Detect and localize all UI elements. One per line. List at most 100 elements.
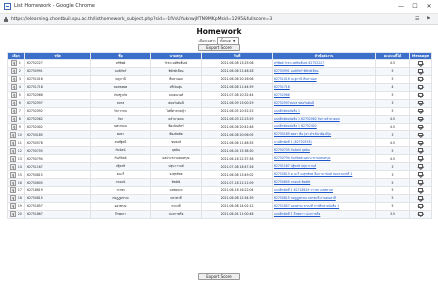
- message-cell: [409, 162, 432, 172]
- message-icon[interactable]: [418, 140, 423, 145]
- maximize-button[interactable]: ☐: [410, 2, 420, 11]
- message-icon[interactable]: [418, 188, 423, 192]
- topic-link[interactable]: 62751718: [274, 85, 290, 89]
- topic-link[interactable]: แบบฝึกหัดหนังสือ 1: [274, 109, 300, 113]
- view-button[interactable]: ดู: [11, 92, 18, 99]
- student-name: ณฐภานี: [90, 74, 151, 84]
- topic-link[interactable]: ทรัพิพย์ วิเชาะยศ์สิทธิ์มณ์ 62752227: [274, 61, 324, 65]
- row-number: 6: [18, 101, 21, 106]
- score-value: 4.5: [375, 122, 410, 132]
- topic-link[interactable]: 62750794 กันกันิชย์ ผลประชารอทมศรุณ: [274, 156, 331, 160]
- row-number: 5: [18, 93, 21, 98]
- topic-cell: 62752597สมรส ฟลอรันติอนี: [272, 98, 376, 108]
- topic-cell: 62751167 ปฐิทรสิ ปสุนาวานส์: [272, 162, 376, 172]
- view-button[interactable]: ดู: [11, 84, 18, 91]
- table-row: ดู 13 62750794 กันกันิชย์ ผลประชารอทมศรุณ 202…: [7, 154, 432, 164]
- topic-link[interactable]: 62751016 ณ.ฐภานี สืบทานผล: [274, 77, 317, 81]
- message-icon[interactable]: [418, 100, 423, 105]
- topic-link[interactable]: แบบฝึกหัดหนังสือ 1 62752402: [274, 124, 317, 128]
- message-icon[interactable]: [418, 69, 423, 73]
- message-icon[interactable]: [418, 84, 423, 89]
- view-button[interactable]: ดู: [10, 147, 17, 154]
- export-score-button-bottom[interactable]: Export Score: [198, 273, 240, 280]
- row-number: 3: [18, 77, 21, 82]
- view-button[interactable]: ดู: [10, 163, 17, 170]
- student-name: ลดลชยพล: [90, 82, 151, 92]
- view-button[interactable]: ดู: [10, 171, 17, 178]
- view-button[interactable]: ดู: [11, 60, 18, 67]
- view-button[interactable]: ดู: [11, 76, 18, 83]
- close-window-button[interactable]: ✕: [424, 2, 434, 11]
- topic-link[interactable]: 62750991 มนสิภัทร์ พิทักษ์เทียน: [274, 69, 319, 73]
- student-surname: ทากงที: [150, 201, 202, 211]
- message-icon[interactable]: [418, 77, 423, 81]
- row-select-cell: ดู 17: [7, 186, 25, 195]
- message-icon[interactable]: [418, 164, 423, 168]
- view-button[interactable]: ดู: [10, 155, 17, 162]
- submit-date: 2021-06-08 11:44:59: [201, 82, 273, 92]
- topic-link[interactable]: บานฝึกหัดที่ 1 (62750578): [274, 140, 312, 144]
- message-icon[interactable]: [418, 132, 423, 137]
- view-button[interactable]: ดู: [11, 116, 18, 123]
- message-icon[interactable]: [418, 180, 423, 184]
- minimize-button[interactable]: —: [396, 2, 406, 11]
- header-score: คะแนนที่ได้: [375, 52, 410, 60]
- row-select-cell: ดู 20: [7, 209, 25, 219]
- view-button[interactable]: ดู: [10, 187, 17, 194]
- topic-link[interactable]: แบบฝึกหัดที่ 1 จีรพตรา ปะลกาพรีฮ: [274, 212, 320, 216]
- row-select-cell: ดู 13: [7, 154, 25, 164]
- message-icon[interactable]: [418, 116, 423, 121]
- menu-icon[interactable]: ☰: [415, 16, 419, 22]
- table-row: ดู 11 62750578 สบตัฐิตนี ขมพงษ์ 2021-06-06 11…: [7, 138, 432, 148]
- topic-link[interactable]: 62750185 พงษา ฟ้อ (ธร ดำเน้นาผ้องมี)ม: [274, 132, 331, 136]
- message-icon[interactable]: [418, 92, 423, 97]
- student-surname: ฟลอรันติอนี: [150, 98, 202, 108]
- row-number: 9: [18, 124, 21, 129]
- score-value: 3: [375, 98, 410, 108]
- url-field[interactable]: https://elearning.chontbuil.spu.ac.th/li…: [11, 17, 272, 22]
- view-button[interactable]: ดู: [10, 131, 17, 138]
- view-button[interactable]: ดู: [11, 108, 18, 115]
- topic-cell: 62751016 ณ.ฐภานี สืบทานผล: [272, 74, 376, 84]
- message-icon[interactable]: [418, 61, 423, 65]
- view-button[interactable]: ดู: [10, 179, 17, 186]
- topic-link[interactable]: แบบฝึกหัดที่ 1 62718619 วราพร แสพทวเท: [274, 188, 333, 192]
- student-surname: พิทักษ์เทียน: [150, 66, 202, 76]
- view-button[interactable]: ดู: [10, 203, 17, 210]
- message-icon[interactable]: [418, 172, 423, 176]
- view-button[interactable]: ดู: [10, 139, 17, 146]
- submit-date: 2021-06-08 12:34:39: [201, 193, 273, 203]
- view-button[interactable]: ดู: [11, 123, 18, 130]
- student-name: ทรัพิพย์: [90, 59, 151, 68]
- row-select-cell: ดู 16: [7, 178, 25, 187]
- table-row: ดู 12 62750705 กันนิสน์ ยุพนิน 2021-06-04 15:…: [7, 146, 432, 156]
- view-button[interactable]: ดู: [10, 195, 17, 202]
- topic-link[interactable]: 62752066: [274, 93, 290, 97]
- message-icon[interactable]: [418, 148, 423, 153]
- topic-cell: 62750605 ภรอนนิ ทิพย์ณิ: [272, 178, 376, 187]
- view-button[interactable]: ดู: [11, 100, 18, 107]
- student-id: 62752597: [24, 98, 91, 108]
- topic-link[interactable]: 62752597สมรส ฟลอรันติอนี: [274, 101, 314, 105]
- message-icon[interactable]: [418, 156, 423, 161]
- topic-link[interactable]: 62751167 ปฐิทรสิ ปสุนาวานส์: [274, 164, 316, 168]
- topic-link[interactable]: 62750705 กันนิสน์ ยุพนิน: [274, 148, 310, 152]
- message-icon[interactable]: [418, 211, 423, 216]
- topic-link[interactable]: 62751857 ออรพรณ ทากงที การศึกษาหนังสือ 1: [274, 204, 339, 208]
- message-icon[interactable]: [418, 204, 423, 208]
- bookmark-icon[interactable]: ⚑: [426, 16, 430, 22]
- view-button[interactable]: ดู: [11, 68, 18, 75]
- message-icon[interactable]: [418, 124, 423, 129]
- topic-link[interactable]: แบบฝึกหัดหนังสือ 1 62752062 ภิยา หลำมาดม…: [274, 117, 340, 121]
- view-button[interactable]: ดู: [10, 211, 17, 218]
- topic-link[interactable]: 62750605 ภรอนนิ ทิพย์ณิ: [274, 180, 310, 184]
- message-cell: [409, 66, 432, 76]
- export-score-button-top[interactable]: Export Score: [198, 44, 240, 51]
- topic-link[interactable]: 62750815 ต นะรี จงสุขลิทธ สีอภานานันท์ ส…: [274, 172, 352, 176]
- message-icon[interactable]: [418, 108, 423, 113]
- topic-link[interactable]: 62750815 กษฎฏพรรณ ถทรพาที กามตนหาสี: [274, 196, 336, 200]
- message-cell: [409, 193, 432, 203]
- student-name: นพรรณณ: [90, 122, 151, 132]
- message-icon[interactable]: [418, 196, 423, 200]
- topic-cell: 62750794 กันกันิชย์ ผลประชารอทมศรุณ: [272, 154, 376, 164]
